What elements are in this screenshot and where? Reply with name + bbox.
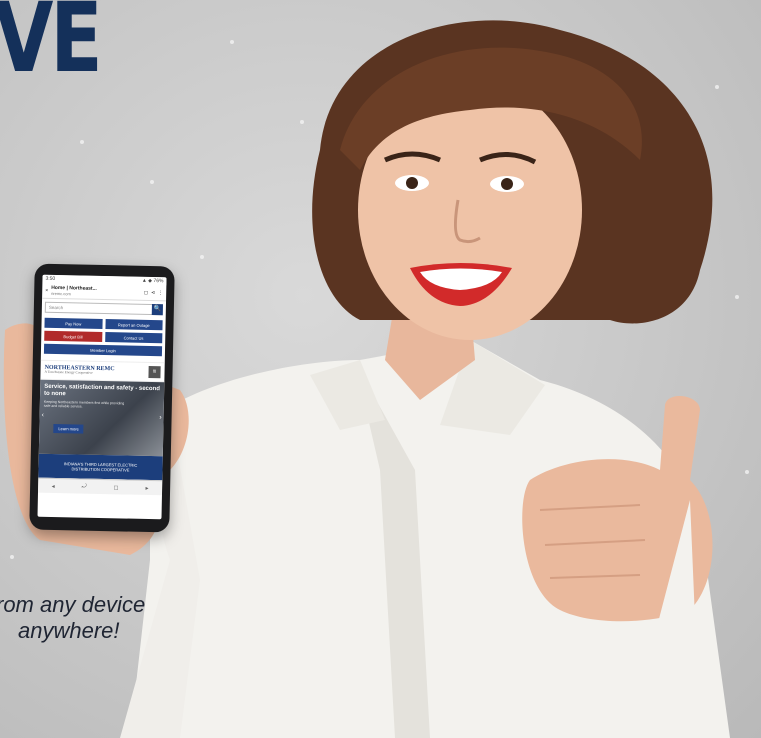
contact-us-button[interactable]: Contact Us [104, 332, 163, 344]
tagline: rom any device anywhere! [0, 592, 145, 645]
back-icon[interactable]: ◂ [52, 482, 55, 489]
carousel-next-icon[interactable]: › [159, 414, 161, 421]
carousel-prev-icon[interactable]: ‹ [42, 412, 44, 419]
site-logo[interactable]: NORTHEASTERN REMC A Touchstone Energy Co… [44, 365, 114, 376]
search-placeholder: Search [48, 304, 64, 311]
tabs-icon[interactable]: ◻ [144, 289, 148, 295]
status-icons: ▲ ◆ 76% [141, 277, 164, 285]
android-nav-bar: ◂ ⤾ ◻ ▸ [38, 477, 163, 496]
cooperative-banner: INDIANA'S THIRD LARGEST ELECTRIC DISTRIB… [38, 453, 163, 481]
status-time: 3:50 [45, 275, 56, 282]
report-outage-button[interactable]: Report an Outage [104, 319, 163, 331]
search-icon[interactable]: 🔍 [151, 304, 163, 316]
site-header: NORTHEASTERN REMC A Touchstone Energy Co… [40, 359, 165, 383]
page-title: Home | Northeast... nremc.com [51, 285, 141, 298]
phone-screen: 3:50 ▲ ◆ 76% × Home | Northeast... nremc… [37, 274, 167, 520]
pay-now-button[interactable]: Pay Now [44, 317, 103, 329]
budget-bill-button[interactable]: Budget Bill [44, 330, 102, 342]
close-icon[interactable]: × [45, 287, 48, 293]
share-icon[interactable]: ⋖ [151, 290, 155, 296]
recents-icon[interactable]: ⤾ [82, 483, 87, 490]
member-login-button[interactable]: Member Login [43, 343, 163, 357]
learn-more-button[interactable]: Learn more [53, 423, 84, 434]
smartphone: 3:50 ▲ ◆ 76% × Home | Northeast... nremc… [29, 263, 175, 533]
quick-actions: Pay Now Report an Outage Budget Bill Con… [41, 316, 166, 359]
hero-body: Keeping Northeastern members first while… [43, 399, 125, 409]
tagline-line-1: rom any device [0, 592, 146, 617]
home-icon[interactable]: ◻ [114, 484, 119, 491]
kebab-menu-icon[interactable]: ⋮ [158, 290, 163, 296]
forward-icon[interactable]: ▸ [145, 484, 148, 491]
browser-bar: × Home | Northeast... nremc.com ◻ ⋖ ⋮ [42, 282, 167, 302]
tagline-line-2: anywhere! [18, 618, 120, 644]
hero-heading: Service, satisfaction and safety - secon… [44, 383, 160, 398]
page-url: nremc.com [51, 290, 71, 297]
hero-banner: Service, satisfaction and safety - secon… [38, 379, 165, 457]
hamburger-menu-icon[interactable]: ≡ [148, 365, 161, 379]
search-input[interactable]: Search 🔍 [44, 301, 163, 316]
